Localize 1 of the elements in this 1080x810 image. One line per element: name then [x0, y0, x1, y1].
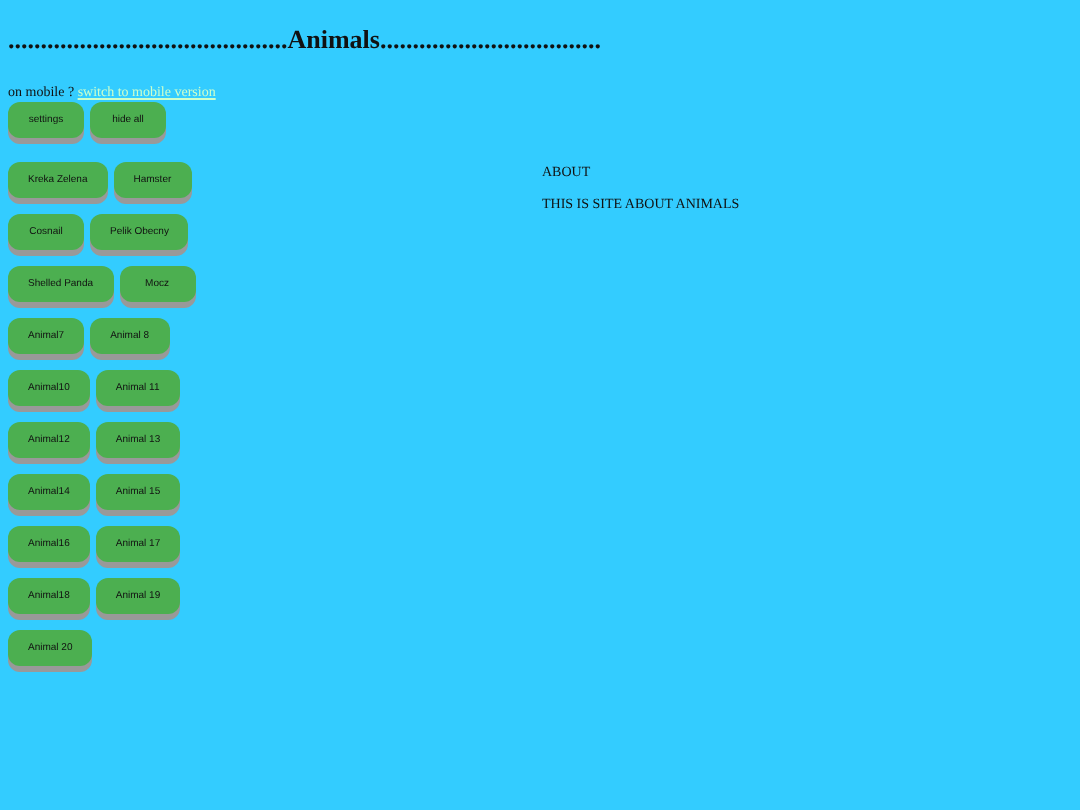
page-title: ...........................................Animals..................................	[8, 24, 603, 56]
